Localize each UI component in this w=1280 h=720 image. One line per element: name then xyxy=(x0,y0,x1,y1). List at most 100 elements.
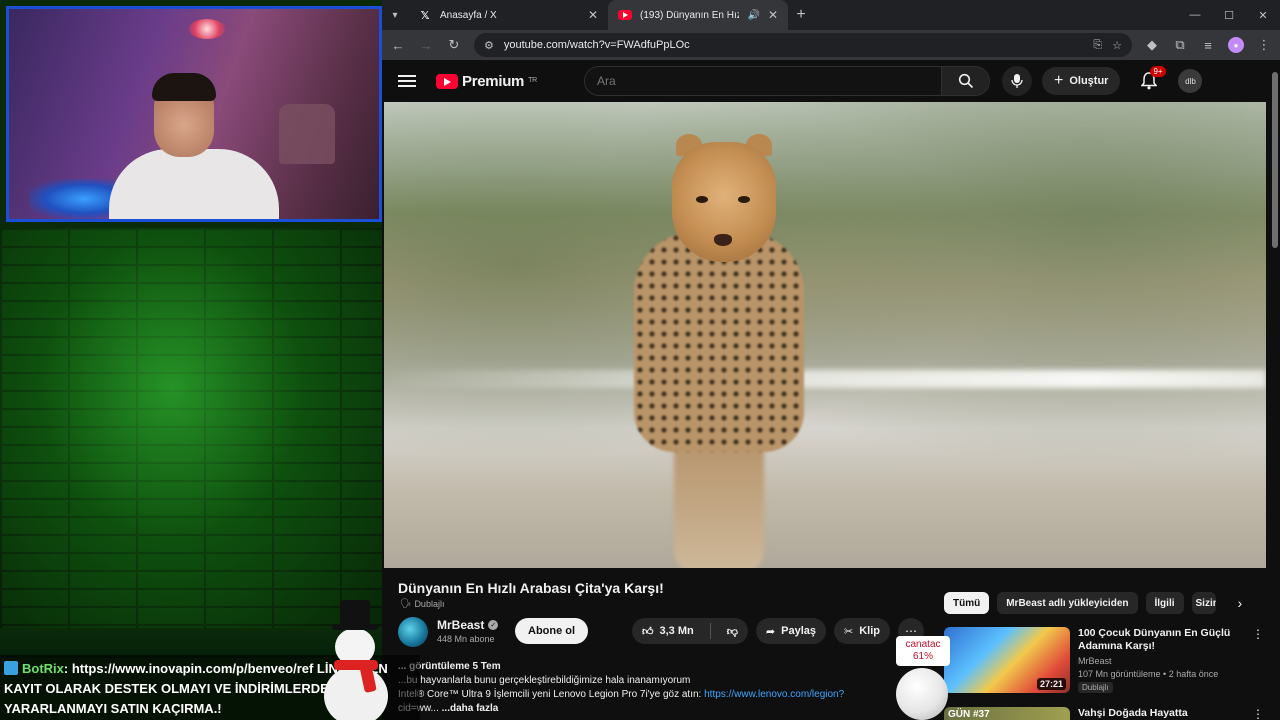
back-icon[interactable]: ← xyxy=(390,38,406,53)
close-window-icon[interactable]: ✕ xyxy=(1246,0,1280,30)
search-input[interactable] xyxy=(585,67,941,95)
tab-x-home[interactable]: 𝕏 Anasayfa / X ✕ xyxy=(408,0,608,30)
subscribe-button[interactable]: Abone ol xyxy=(515,618,589,644)
chevron-right-icon[interactable]: › xyxy=(1238,595,1243,611)
description-text: Intel® Core™ Ultra 9 İşlemcili yeni Leno… xyxy=(398,689,702,700)
youtube-masthead: Premium TR + Oluştur 9+ dlb xyxy=(382,60,1280,102)
share-button[interactable]: ➦ Paylaş xyxy=(755,618,826,644)
youtube-play-icon xyxy=(436,73,458,89)
close-icon[interactable]: ✕ xyxy=(588,8,598,22)
dub-text: Dublajlı xyxy=(414,598,445,609)
tab-title: (193) Dünyanın En Hızlı Arabası xyxy=(640,9,740,21)
thumbs-down-icon: 👎︎ xyxy=(726,625,738,638)
video-background xyxy=(384,102,1266,568)
tab-youtube[interactable]: (193) Dünyanın En Hızlı Arabası 🔊 ✕ xyxy=(608,0,788,30)
snowman-body xyxy=(324,666,388,720)
scissors-icon: ✂ xyxy=(844,625,854,638)
create-button[interactable]: + Oluştur xyxy=(1042,67,1121,95)
recommendation-item[interactable]: 27:21 100 Çocuk Dünyanın En Güçlü Adamın… xyxy=(944,627,1264,697)
media-control-icon[interactable]: ≡ xyxy=(1200,38,1216,53)
track-stripe xyxy=(384,370,1266,388)
url-text[interactable]: youtube.com/watch?v=FWAdfuPpLOc xyxy=(504,39,1083,51)
page-scrollbar[interactable] xyxy=(1272,72,1278,248)
account-avatar[interactable]: dlb xyxy=(1178,69,1203,93)
tab-search-icon[interactable]: ▾ xyxy=(382,0,408,30)
video-description[interactable]: ... görüntüleme 5 Tem ...bu hayvanlarla … xyxy=(398,660,898,716)
notifications-button[interactable]: 9+ xyxy=(1138,66,1166,92)
youtube-favicon-icon xyxy=(618,10,632,20)
dubbed-badge: Dublajlı xyxy=(1078,682,1113,693)
search-button[interactable] xyxy=(941,67,989,95)
site-info-icon[interactable]: ⚙ xyxy=(484,39,494,52)
bookmark-star-icon[interactable]: ☆ xyxy=(1112,39,1122,52)
recommendation-title[interactable]: Vahşi Doğada Hayatta xyxy=(1078,707,1244,720)
recommendation-thumbnail[interactable]: 27:21 xyxy=(944,627,1070,693)
cheetah-body xyxy=(634,232,804,452)
kebab-menu-icon[interactable]: ⋮ xyxy=(1252,707,1264,720)
cheetah-eye xyxy=(696,196,708,203)
cheetah-legs xyxy=(674,432,764,568)
new-tab-button[interactable]: + xyxy=(788,6,814,24)
minimize-icon[interactable]: — xyxy=(1178,0,1212,30)
poll-percent: 61% xyxy=(912,651,933,662)
search-box xyxy=(584,66,990,96)
snowman-decoration xyxy=(322,600,392,720)
clip-label: Klip xyxy=(859,625,880,637)
cheetah-nose xyxy=(714,234,732,246)
views-date: ... görüntüleme 5 Tem xyxy=(398,661,501,672)
chip-all[interactable]: Tümü xyxy=(944,592,990,614)
chip-for-you[interactable]: Sizin için xyxy=(1191,592,1216,614)
recommendation-info: 100 Çocuk Dünyanın En Güçlü Adamına Karş… xyxy=(1078,627,1244,697)
speaker-icon[interactable]: 🔊 xyxy=(747,10,759,21)
channel-name[interactable]: MrBeast ✓ xyxy=(437,618,499,632)
chip-from-uploader[interactable]: MrBeast adlı yükleyiciden xyxy=(997,592,1138,614)
close-icon[interactable]: ✕ xyxy=(768,8,778,22)
tab-title: Anasayfa / X xyxy=(440,9,497,21)
description-line-2: Intel® Core™ Ultra 9 İşlemcili yeni Leno… xyxy=(398,688,898,702)
like-dislike-group: 👍︎ 3,3 Mn 👎︎ xyxy=(632,618,748,644)
share-label: Paylaş xyxy=(781,625,816,637)
voice-search-button[interactable] xyxy=(1002,66,1032,96)
reload-icon[interactable]: ↻ xyxy=(446,37,462,53)
chip-related[interactable]: İlgili xyxy=(1145,592,1184,614)
recommendation-item[interactable]: GÜN #37 Vahşi Doğada Hayatta ⋮ xyxy=(944,707,1264,720)
show-more-link[interactable]: ...daha fazla xyxy=(442,703,499,714)
window-controls: — ☐ ✕ xyxy=(1178,0,1280,30)
related-filter-chips: Tümü MrBeast adlı yükleyiciden İlgili Si… xyxy=(944,592,1242,614)
hamburger-menu-icon[interactable] xyxy=(398,75,416,87)
description-link[interactable]: https://www.lenovo.com/legion? xyxy=(704,689,844,700)
channel-avatar[interactable] xyxy=(398,617,428,647)
video-title: Dünyanın En Hızlı Arabası Çita'ya Karşı! xyxy=(398,580,664,596)
clip-button[interactable]: ✂ Klip xyxy=(834,618,890,644)
dislike-button[interactable]: 👎︎ xyxy=(717,618,748,644)
install-app-icon[interactable]: ⎘ xyxy=(1093,39,1102,52)
omnibox[interactable]: ⚙ youtube.com/watch?v=FWAdfuPpLOc ⎘ ☆ xyxy=(474,33,1132,57)
like-button[interactable]: 👍︎ 3,3 Mn xyxy=(632,618,704,644)
poll-ball-decoration xyxy=(896,668,948,720)
bot-icon xyxy=(4,661,18,675)
video-player[interactable] xyxy=(384,102,1266,568)
recommendation-title[interactable]: 100 Çocuk Dünyanın En Güçlü Adamına Karş… xyxy=(1078,627,1244,653)
brick-wall-background xyxy=(0,228,382,628)
video-duration: 27:21 xyxy=(1036,678,1066,690)
maximize-icon[interactable]: ☐ xyxy=(1212,0,1246,30)
recommendation-channel[interactable]: MrBeast xyxy=(1078,656,1244,666)
youtube-premium-logo[interactable]: Premium TR xyxy=(436,73,584,90)
webcam-feed xyxy=(6,6,382,222)
video-actions: 👍︎ 3,3 Mn 👎︎ ➦ Paylaş ✂ Klip ⋯ xyxy=(632,618,924,644)
profile-avatar[interactable]: ● xyxy=(1228,37,1244,53)
menu-kebab-icon[interactable]: ⋮ xyxy=(1256,37,1272,53)
recommendation-thumbnail[interactable]: GÜN #37 xyxy=(944,707,1070,720)
description-line-1: ...bu hayvanlarla bunu gerçekleştirebild… xyxy=(398,675,691,686)
thumbs-up-icon: 👍︎ xyxy=(642,625,654,638)
forward-icon[interactable]: → xyxy=(418,38,434,53)
extensions-puzzle-icon[interactable]: ⧉ xyxy=(1172,37,1188,53)
chat-bot-name: BotRix xyxy=(22,661,64,676)
verified-check-icon: ✓ xyxy=(488,620,499,630)
notification-badge: 9+ xyxy=(1150,66,1166,77)
kebab-menu-icon[interactable]: ⋮ xyxy=(1252,627,1264,697)
extension-diamond-icon[interactable]: ◆ xyxy=(1144,37,1160,53)
channel-name-text: MrBeast xyxy=(437,618,485,632)
cheetah-eye xyxy=(738,196,750,203)
microphone-icon xyxy=(1011,74,1023,88)
